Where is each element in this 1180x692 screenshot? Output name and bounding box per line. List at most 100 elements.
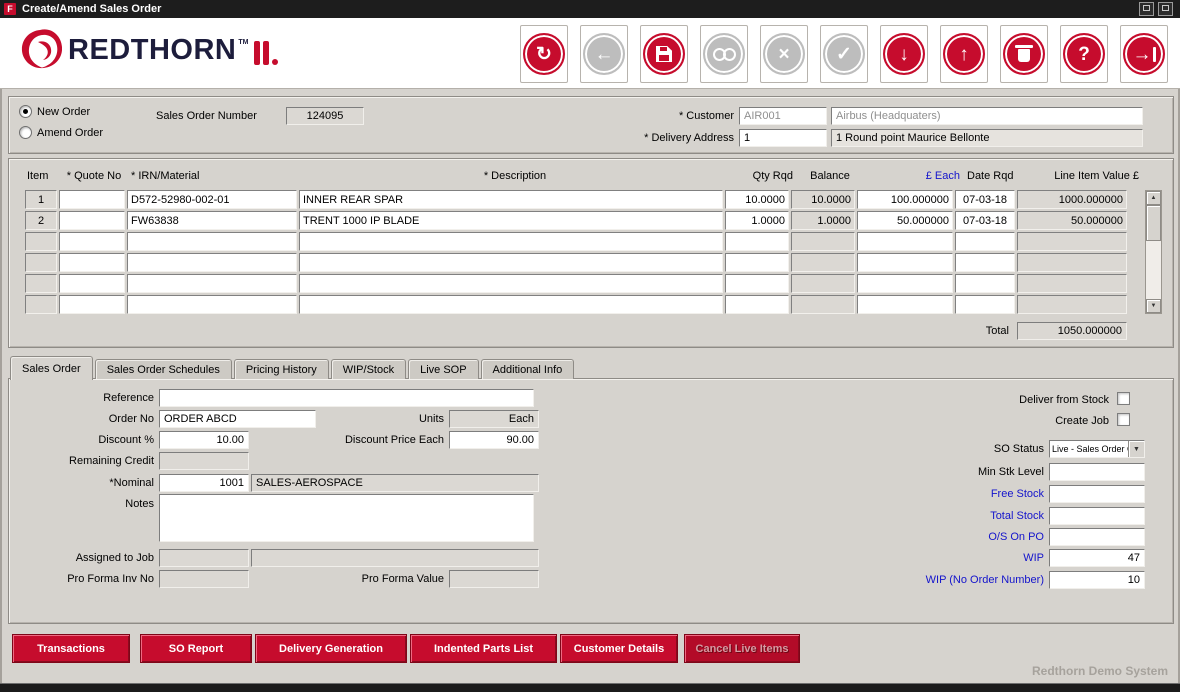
units-field: Each: [449, 410, 539, 428]
reference-input[interactable]: [159, 389, 534, 407]
delivery-address-code-field[interactable]: [739, 129, 827, 147]
cell-quote-no[interactable]: [59, 232, 125, 251]
scroll-up-icon[interactable]: ▲: [1146, 191, 1161, 205]
discount-input[interactable]: [159, 431, 249, 449]
cell-irn-material[interactable]: [127, 274, 297, 293]
tab-wip-stock[interactable]: WIP/Stock: [331, 359, 406, 379]
cell-irn-material[interactable]: [127, 253, 297, 272]
move-down-button[interactable]: ↓: [880, 25, 928, 83]
table-row: [25, 253, 1127, 272]
cell-date-rqd[interactable]: [955, 232, 1015, 251]
grid-scrollbar[interactable]: ▲ ▼: [1145, 190, 1162, 314]
order-no-input[interactable]: [159, 410, 316, 428]
tab-additional-info[interactable]: Additional Info: [481, 359, 575, 379]
cell-quote-no[interactable]: [59, 253, 125, 272]
delete-button[interactable]: [1000, 25, 1048, 83]
cell-date-rqd[interactable]: [955, 211, 1015, 230]
tab-pricing-history[interactable]: Pricing History: [234, 359, 329, 379]
scroll-down-icon[interactable]: ▼: [1146, 299, 1161, 313]
cell-each[interactable]: [857, 274, 953, 293]
customer-code-field[interactable]: [739, 107, 827, 125]
so-status-select[interactable]: Live - Sales Order Only ▼: [1049, 440, 1145, 458]
cell-item: 1: [25, 190, 57, 209]
cell-each[interactable]: [857, 211, 953, 230]
cell-description[interactable]: [299, 232, 723, 251]
wip-no-order-link[interactable]: WIP (No Order Number): [854, 574, 1044, 586]
free-stock-link[interactable]: Free Stock: [854, 488, 1044, 500]
tab-sales-order-schedules[interactable]: Sales Order Schedules: [95, 359, 232, 379]
cell-qty-rqd[interactable]: [725, 232, 789, 251]
restore-window-button[interactable]: [1139, 2, 1154, 16]
cell-description[interactable]: [299, 295, 723, 314]
scrollbar-thumb[interactable]: [1146, 205, 1161, 241]
cell-quote-no[interactable]: [59, 295, 125, 314]
cell-each[interactable]: [857, 295, 953, 314]
cell-balance: 10.0000: [791, 190, 855, 209]
maximize-window-button[interactable]: [1158, 2, 1173, 16]
units-label: Units: [319, 413, 444, 425]
transactions-button[interactable]: Transactions: [12, 634, 130, 663]
grid-header-row: Item * Quote No * IRN/Material * Descrip…: [25, 168, 1142, 184]
cancel-button[interactable]: ×: [760, 25, 808, 83]
so-report-button[interactable]: SO Report: [140, 634, 252, 663]
find-button[interactable]: [700, 25, 748, 83]
new-order-option[interactable]: New Order: [19, 105, 90, 118]
exit-button[interactable]: →: [1120, 25, 1168, 83]
delivery-generation-button[interactable]: Delivery Generation: [255, 634, 407, 663]
col-header-each-link[interactable]: £ Each: [864, 168, 963, 184]
refresh-button[interactable]: ↻: [520, 25, 568, 83]
line-items-panel: Item * Quote No * IRN/Material * Descrip…: [8, 158, 1174, 348]
cell-description[interactable]: [299, 274, 723, 293]
cell-quote-no[interactable]: [59, 190, 125, 209]
tab-live-sop[interactable]: Live SOP: [408, 359, 478, 379]
customer-details-button[interactable]: Customer Details: [560, 634, 678, 663]
cell-irn-material[interactable]: [127, 295, 297, 314]
cell-irn-material[interactable]: [127, 190, 297, 209]
cell-date-rqd[interactable]: [955, 274, 1015, 293]
cell-description[interactable]: [299, 253, 723, 272]
indented-parts-list-button[interactable]: Indented Parts List: [410, 634, 557, 663]
cell-qty-rqd[interactable]: [725, 274, 789, 293]
create-job-label: Create Job: [909, 415, 1109, 427]
cell-qty-rqd[interactable]: [725, 295, 789, 314]
tab-sales-order[interactable]: Sales Order: [10, 356, 93, 380]
notes-label: Notes: [19, 498, 154, 510]
cell-qty-rqd[interactable]: [725, 211, 789, 230]
min-stk-level-input[interactable]: [1049, 463, 1145, 481]
new-order-radio[interactable]: [19, 105, 32, 118]
deliver-from-stock-checkbox[interactable]: [1117, 392, 1130, 405]
cell-description[interactable]: [299, 211, 723, 230]
cell-description[interactable]: [299, 190, 723, 209]
order-no-label: Order No: [19, 413, 154, 425]
cell-qty-rqd[interactable]: [725, 190, 789, 209]
cell-each[interactable]: [857, 232, 953, 251]
confirm-button[interactable]: ✓: [820, 25, 868, 83]
amend-order-radio[interactable]: [19, 126, 32, 139]
cell-each[interactable]: [857, 190, 953, 209]
save-button[interactable]: [640, 25, 688, 83]
notes-textarea[interactable]: [159, 494, 534, 542]
cell-each[interactable]: [857, 253, 953, 272]
cell-date-rqd[interactable]: [955, 295, 1015, 314]
discount-price-input[interactable]: [449, 431, 539, 449]
create-job-checkbox[interactable]: [1117, 413, 1130, 426]
nominal-code-input[interactable]: [159, 474, 249, 492]
chevron-down-icon[interactable]: ▼: [1128, 441, 1144, 457]
back-button[interactable]: ←: [580, 25, 628, 83]
move-up-button[interactable]: ↑: [940, 25, 988, 83]
cell-quote-no[interactable]: [59, 211, 125, 230]
cell-balance: [791, 253, 855, 272]
wip-link[interactable]: WIP: [854, 552, 1044, 564]
cell-irn-material[interactable]: [127, 232, 297, 251]
cell-irn-material[interactable]: [127, 211, 297, 230]
cell-date-rqd[interactable]: [955, 253, 1015, 272]
help-button[interactable]: ?: [1060, 25, 1108, 83]
os-on-po-link[interactable]: O/S On PO: [854, 531, 1044, 543]
cell-quote-no[interactable]: [59, 274, 125, 293]
cell-item: [25, 274, 57, 293]
amend-order-option[interactable]: Amend Order: [19, 126, 103, 139]
cell-date-rqd[interactable]: [955, 190, 1015, 209]
cell-qty-rqd[interactable]: [725, 253, 789, 272]
cell-item: [25, 253, 57, 272]
total-stock-link[interactable]: Total Stock: [854, 510, 1044, 522]
